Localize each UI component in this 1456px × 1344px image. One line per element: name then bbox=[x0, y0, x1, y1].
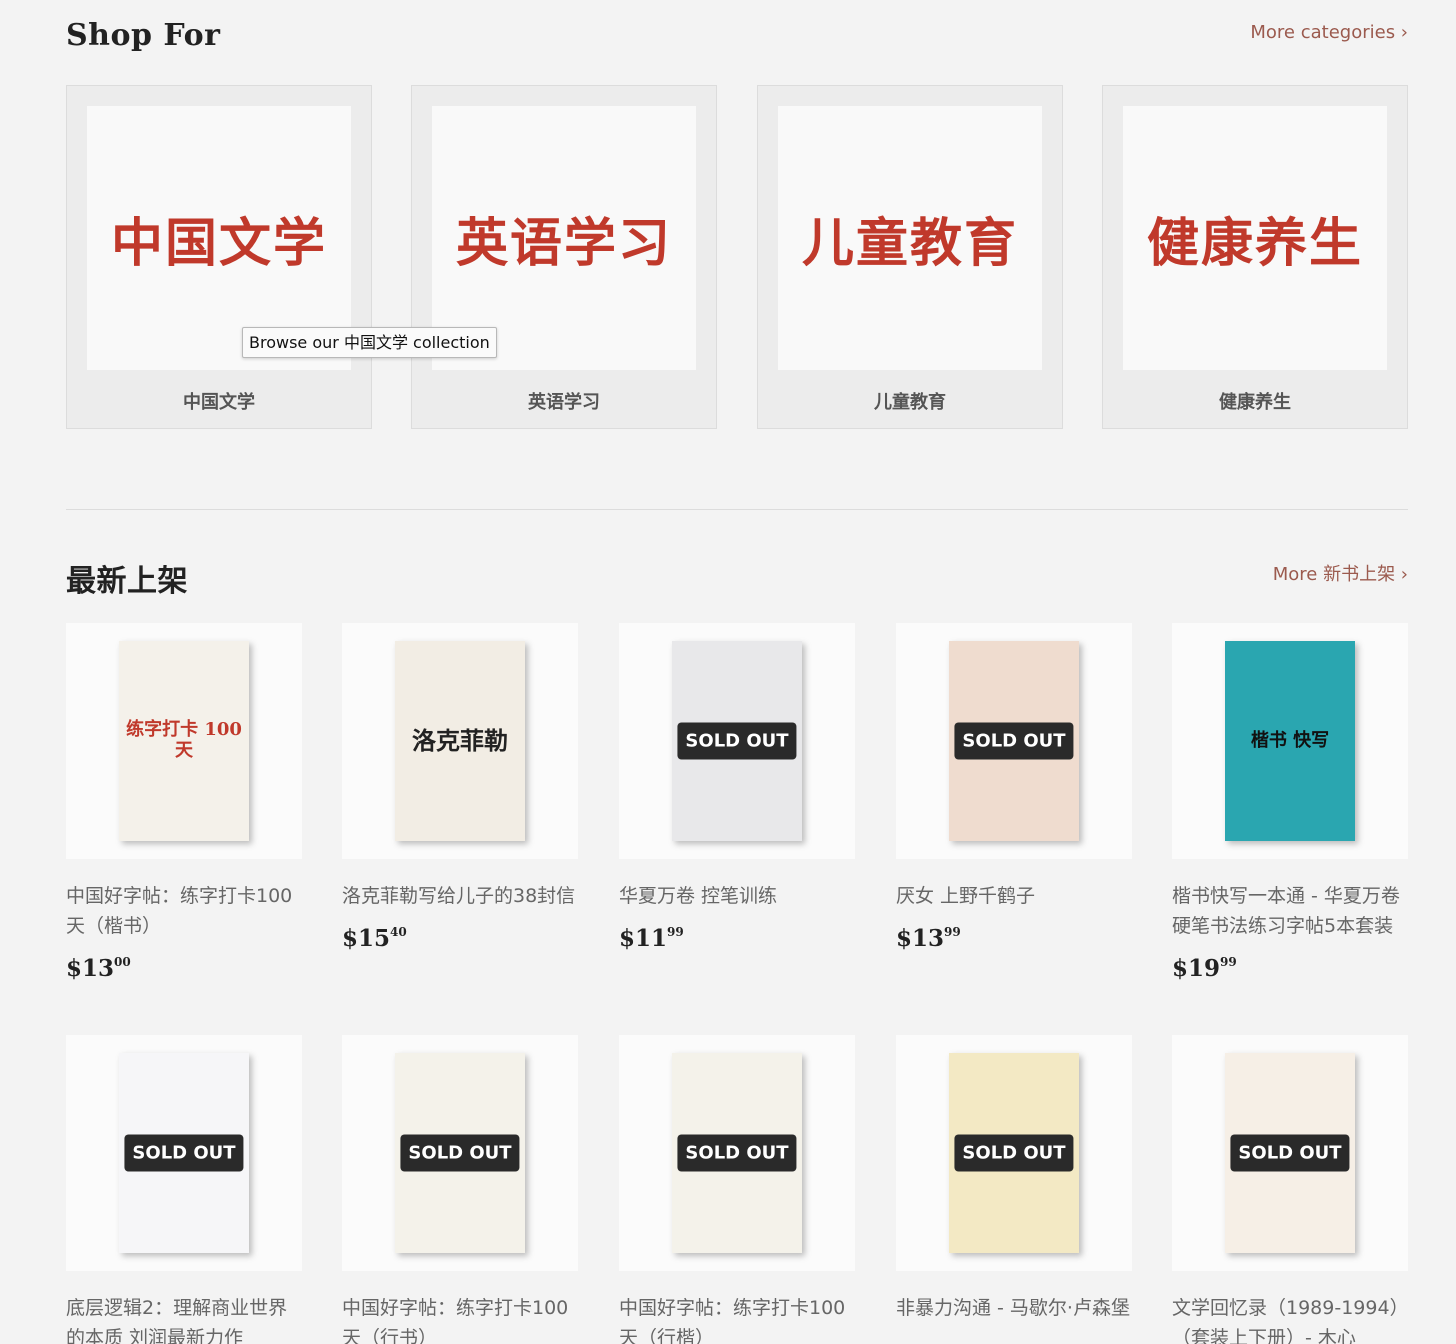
product-price: $1399 bbox=[896, 925, 961, 952]
product-image[interactable]: 非暴力沟通SOLD OUT bbox=[896, 1035, 1132, 1271]
category-tooltip: Browse our 中国文学 collection bbox=[242, 327, 497, 358]
product-image[interactable]: 练字打卡 100天 bbox=[66, 623, 302, 859]
product-image[interactable]: 楷书 快写 bbox=[1172, 623, 1408, 859]
sold-out-badge: SOLD OUT bbox=[124, 1134, 244, 1172]
product-price: $1199 bbox=[619, 925, 684, 952]
product-image[interactable]: 厌女SOLD OUT bbox=[896, 623, 1132, 859]
category-card-chinese-literature[interactable]: 中国文学 中国文学 bbox=[66, 85, 372, 429]
product-card[interactable]: 控笔训练SOLD OUT 华夏万卷 控笔训练 $1199 bbox=[619, 623, 855, 952]
category-card-health[interactable]: 健康养生 健康养生 bbox=[1102, 85, 1408, 429]
product-name[interactable]: 非暴力沟通 - 马歇尔·卢森堡 bbox=[896, 1293, 1132, 1323]
product-card[interactable]: 洛克菲勒洛克菲勒写给儿子的38封信 $1540 bbox=[342, 623, 578, 952]
product-price: $1540 bbox=[342, 925, 407, 952]
shop-for-title: Shop For bbox=[66, 18, 221, 53]
sold-out-badge: SOLD OUT bbox=[677, 1134, 797, 1172]
product-card[interactable]: 练字打卡 100天中国好字帖：练字打卡100天（楷书） $1300 bbox=[66, 623, 302, 982]
category-card-english-learning[interactable]: 英语学习 英语学习 bbox=[411, 85, 717, 429]
product-card[interactable]: 非暴力沟通SOLD OUT 非暴力沟通 - 马歇尔·卢森堡 bbox=[896, 1035, 1132, 1323]
product-image[interactable]: 控笔训练SOLD OUT bbox=[619, 623, 855, 859]
category-label: 英语学习 bbox=[528, 392, 600, 413]
book-cover-title: 楷书 快写 bbox=[1250, 729, 1330, 751]
product-name[interactable]: 楷书快写一本通 - 华夏万卷硬笔书法练习字帖5本套装 bbox=[1172, 881, 1408, 941]
category-card-children-education[interactable]: 儿童教育 儿童教育 bbox=[757, 85, 1063, 429]
book-cover-title: 洛克菲勒 bbox=[412, 726, 508, 756]
shop-for-header: Shop For More categories › bbox=[66, 18, 1408, 58]
book-cover: 练字打卡 100天 bbox=[119, 641, 249, 841]
product-card[interactable]: 练字打卡SOLD OUT 中国好字帖：练字打卡100天（行楷） bbox=[619, 1035, 855, 1344]
product-image[interactable]: 洛克菲勒 bbox=[342, 623, 578, 859]
category-label: 儿童教育 bbox=[874, 392, 946, 413]
book-cover: 楷书 快写 bbox=[1225, 641, 1355, 841]
category-label: 中国文学 bbox=[183, 392, 255, 413]
product-image[interactable]: 底层 逻辑SOLD OUT bbox=[66, 1035, 302, 1271]
section-divider bbox=[66, 509, 1408, 510]
sold-out-badge: SOLD OUT bbox=[954, 722, 1074, 760]
category-image: 儿童教育 bbox=[778, 106, 1042, 370]
product-name[interactable]: 底层逻辑2：理解商业世界的本质 刘润最新力作 bbox=[66, 1293, 302, 1344]
product-card[interactable]: 厌女SOLD OUT 厌女 上野千鹤子 $1399 bbox=[896, 623, 1132, 952]
product-name[interactable]: 华夏万卷 控笔训练 bbox=[619, 881, 855, 911]
product-name[interactable]: 中国好字帖：练字打卡100天（行书） bbox=[342, 1293, 578, 1344]
product-name[interactable]: 文学回忆录（1989-1994）（套装上下册）- 木心 bbox=[1172, 1293, 1408, 1344]
book-cover-title: 练字打卡 100天 bbox=[126, 719, 242, 761]
category-label: 健康养生 bbox=[1219, 392, 1291, 413]
sold-out-badge: SOLD OUT bbox=[1230, 1134, 1350, 1172]
category-image: 健康养生 bbox=[1123, 106, 1387, 370]
sold-out-badge: SOLD OUT bbox=[954, 1134, 1074, 1172]
more-categories-link[interactable]: More categories › bbox=[1250, 22, 1408, 43]
product-name[interactable]: 厌女 上野千鹤子 bbox=[896, 881, 1132, 911]
new-arrivals-header: 最新上架 More 新书上架 › bbox=[66, 556, 1408, 599]
product-card[interactable]: 文学回忆录SOLD OUT 文学回忆录（1989-1994）（套装上下册）- 木心 bbox=[1172, 1035, 1408, 1344]
product-card[interactable]: 楷书 快写楷书快写一本通 - 华夏万卷硬笔书法练习字帖5本套装 $1999 bbox=[1172, 623, 1408, 982]
product-card[interactable]: 底层 逻辑SOLD OUT 底层逻辑2：理解商业世界的本质 刘润最新力作 bbox=[66, 1035, 302, 1344]
product-image[interactable]: 练字打卡SOLD OUT bbox=[619, 1035, 855, 1271]
product-name[interactable]: 中国好字帖：练字打卡100天（行楷） bbox=[619, 1293, 855, 1344]
product-name[interactable]: 中国好字帖：练字打卡100天（楷书） bbox=[66, 881, 302, 941]
more-new-books-link[interactable]: More 新书上架 › bbox=[1273, 560, 1408, 586]
product-card[interactable]: 练字打卡SOLD OUT 中国好字帖：练字打卡100天（行书） bbox=[342, 1035, 578, 1344]
product-image[interactable]: 文学回忆录SOLD OUT bbox=[1172, 1035, 1408, 1271]
product-price: $1999 bbox=[1172, 955, 1237, 982]
product-image[interactable]: 练字打卡SOLD OUT bbox=[342, 1035, 578, 1271]
product-name[interactable]: 洛克菲勒写给儿子的38封信 bbox=[342, 881, 578, 911]
sold-out-badge: SOLD OUT bbox=[677, 722, 797, 760]
book-cover: 洛克菲勒 bbox=[395, 641, 525, 841]
sold-out-badge: SOLD OUT bbox=[400, 1134, 520, 1172]
new-arrivals-title: 最新上架 bbox=[66, 564, 188, 599]
product-price: $1300 bbox=[66, 955, 131, 982]
